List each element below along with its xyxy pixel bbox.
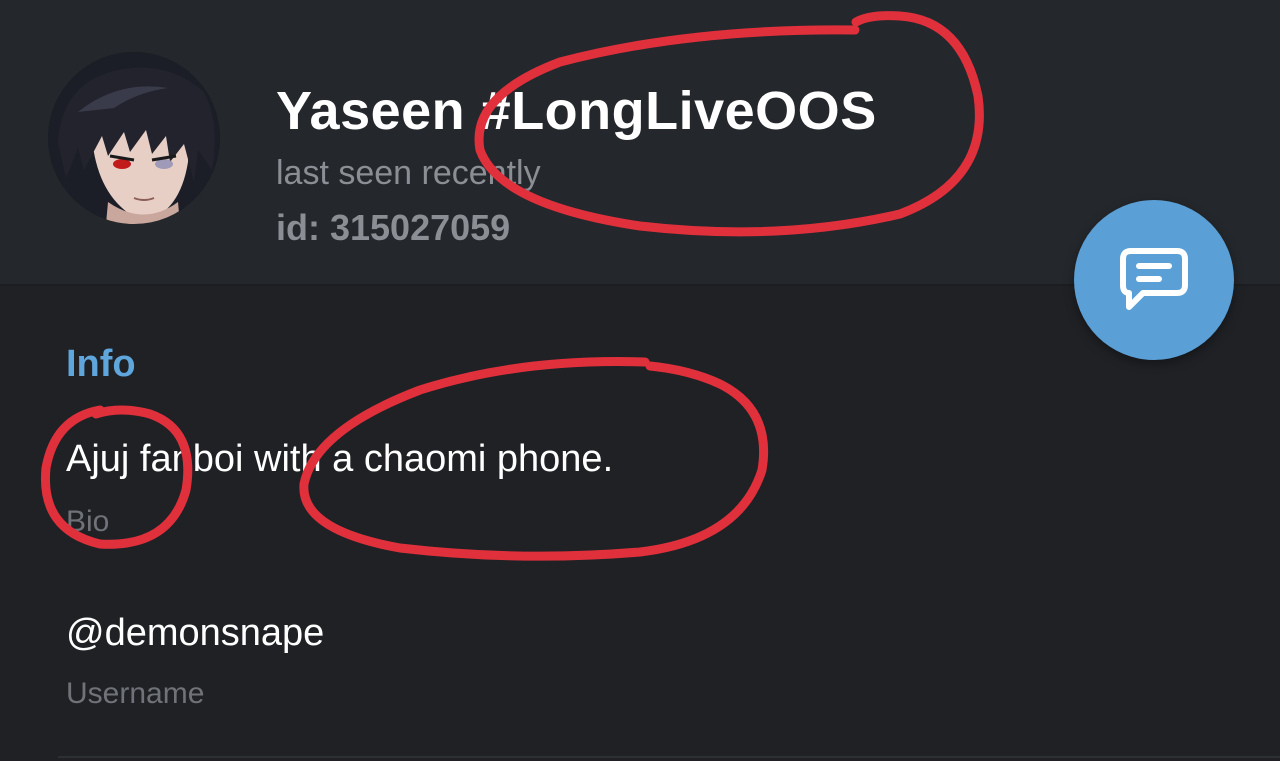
info-section-title: Info — [66, 343, 136, 385]
profile-name: Yaseen #LongLiveOOS — [276, 81, 877, 141]
user-id: id: 315027059 — [276, 207, 511, 248]
last-seen-status: last seen recently — [276, 154, 541, 192]
message-icon — [1120, 248, 1188, 310]
username-label: Username — [66, 677, 205, 710]
profile-screen: Yaseen #LongLiveOOS last seen recently i… — [0, 0, 1280, 761]
username-value[interactable]: @demonsnape — [66, 610, 324, 656]
section-divider — [58, 756, 1280, 758]
bio-value[interactable]: Ajuj fanboi with a chaomi phone. — [66, 436, 613, 482]
avatar[interactable] — [48, 52, 220, 224]
send-message-button[interactable] — [1074, 200, 1234, 360]
bio-label: Bio — [66, 505, 110, 538]
